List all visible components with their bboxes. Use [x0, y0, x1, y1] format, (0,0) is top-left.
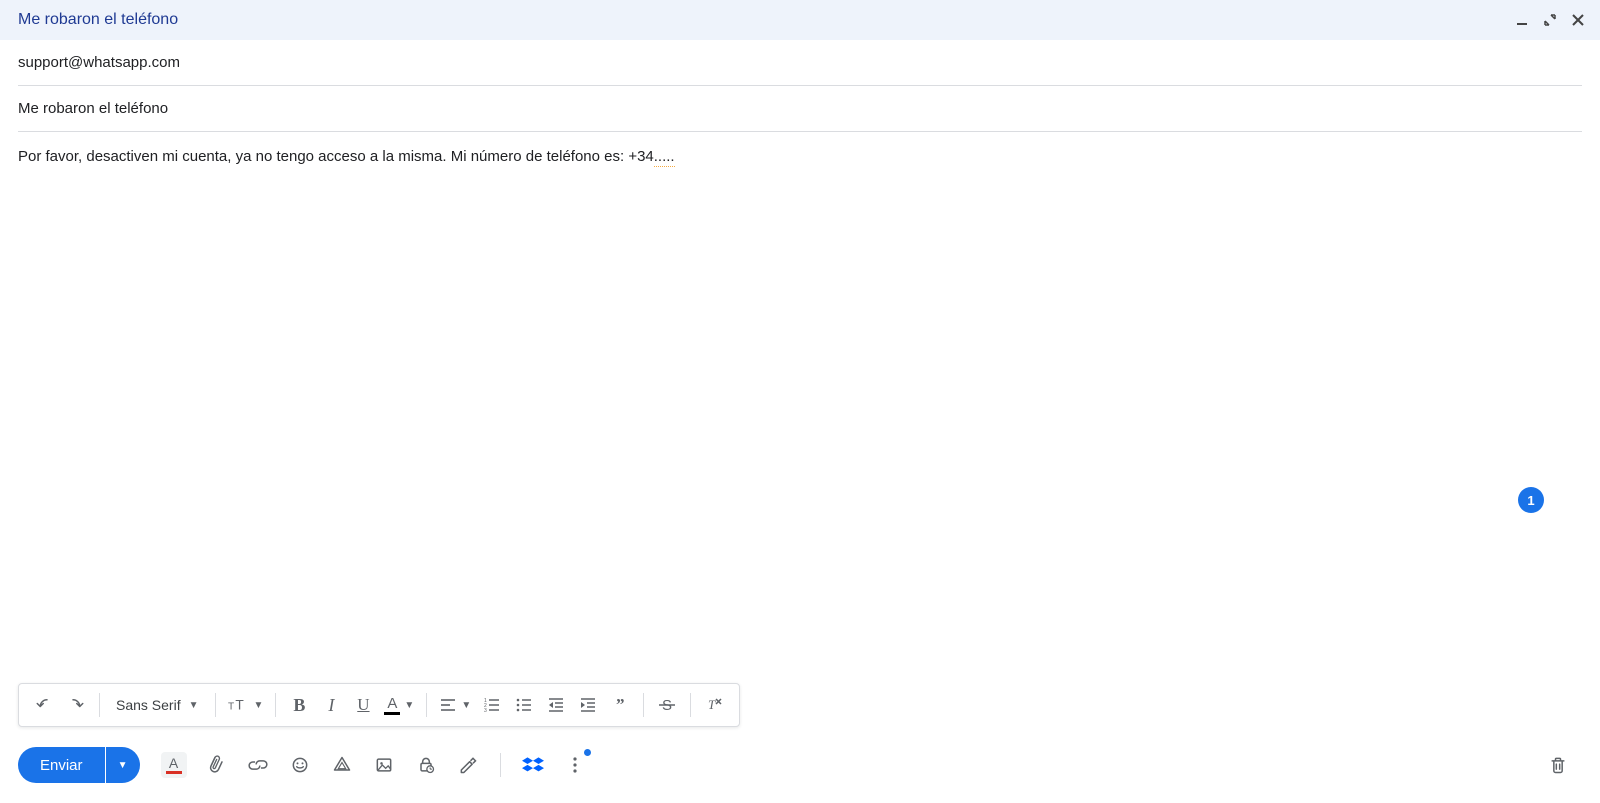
minimize-icon[interactable] [1510, 8, 1534, 32]
confidential-mode-icon[interactable] [412, 751, 440, 779]
bulleted-list-icon[interactable] [509, 691, 539, 719]
chevron-down-icon: ▼ [189, 700, 199, 711]
compose-actions: A [160, 751, 589, 779]
body-text: Por favor, desactiven mi cuenta, ya no t… [18, 146, 1582, 167]
compose-fields: support@whatsapp.com Me robaron el teléf… [0, 40, 1600, 132]
toolbar-separator [215, 693, 216, 717]
subject-field[interactable]: Me robaron el teléfono [18, 86, 1582, 132]
body-text-main: Por favor, desactiven mi cuenta, ya no t… [18, 148, 654, 165]
font-size-selector[interactable]: TT ▼ [224, 691, 268, 719]
quote-icon[interactable]: ” [605, 691, 635, 719]
chevron-down-icon: ▼ [254, 700, 264, 711]
text-style-icon[interactable]: A [160, 751, 188, 779]
svg-text:3: 3 [484, 708, 487, 714]
chevron-down-icon: ▼ [118, 760, 128, 771]
body-text-redacted: ..... [654, 148, 675, 167]
toolbar-separator [99, 693, 100, 717]
strikethrough-icon[interactable]: S [652, 691, 682, 719]
underline-icon[interactable]: U [348, 691, 378, 719]
font-family-label: Sans Serif [116, 697, 181, 713]
to-field[interactable]: support@whatsapp.com [18, 40, 1582, 86]
send-button-group: Enviar ▼ [18, 747, 140, 783]
attach-file-icon[interactable] [202, 751, 230, 779]
formatting-toolbar: Sans Serif ▼ TT ▼ B I U A ▼ ▼ 123 [18, 683, 740, 727]
bold-icon[interactable]: B [284, 691, 314, 719]
clear-formatting-icon[interactable]: T [699, 691, 729, 719]
send-button[interactable]: Enviar [18, 747, 105, 783]
indent-more-icon[interactable] [573, 691, 603, 719]
to-value: support@whatsapp.com [18, 54, 180, 71]
dropbox-icon[interactable] [519, 751, 547, 779]
toolbar-separator [500, 753, 501, 777]
insert-image-icon[interactable] [370, 751, 398, 779]
discard-draft-icon[interactable] [1544, 751, 1572, 779]
restore-icon[interactable] [1538, 8, 1562, 32]
toolbar-separator [426, 693, 427, 717]
redo-icon[interactable] [61, 691, 91, 719]
window-controls [1510, 8, 1590, 32]
italic-icon[interactable]: I [316, 691, 346, 719]
compose-title: Me robaron el teléfono [18, 11, 1510, 29]
font-family-selector[interactable]: Sans Serif ▼ [108, 697, 207, 713]
notification-dot-icon [584, 749, 591, 756]
close-icon[interactable] [1566, 8, 1590, 32]
signature-icon[interactable] [454, 751, 482, 779]
subject-value: Me robaron el teléfono [18, 100, 168, 117]
indent-less-icon[interactable] [541, 691, 571, 719]
compose-header: Me robaron el teléfono [0, 0, 1600, 40]
chat-badge-count: 1 [1527, 493, 1534, 508]
svg-text:T: T [228, 702, 234, 713]
numbered-list-icon[interactable]: 123 [477, 691, 507, 719]
svg-text:T: T [235, 698, 244, 713]
compose-body[interactable]: Por favor, desactiven mi cuenta, ya no t… [0, 132, 1600, 683]
emoji-icon[interactable] [286, 751, 314, 779]
toolbar-separator [275, 693, 276, 717]
toolbar-separator [690, 693, 691, 717]
send-options-button[interactable]: ▼ [106, 747, 140, 783]
drive-icon[interactable] [328, 751, 356, 779]
toolbar-separator [643, 693, 644, 717]
more-options-icon[interactable] [561, 751, 589, 779]
chevron-down-icon: ▼ [404, 700, 414, 711]
svg-text:T: T [708, 697, 716, 712]
compose-bottom-bar: Enviar ▼ A [0, 741, 1600, 803]
insert-link-icon[interactable] [244, 751, 272, 779]
align-icon[interactable]: ▼ [435, 691, 475, 719]
undo-icon[interactable] [29, 691, 59, 719]
text-color-icon[interactable]: A ▼ [380, 691, 418, 719]
chevron-down-icon: ▼ [461, 700, 471, 711]
chat-badge[interactable]: 1 [1518, 487, 1544, 513]
